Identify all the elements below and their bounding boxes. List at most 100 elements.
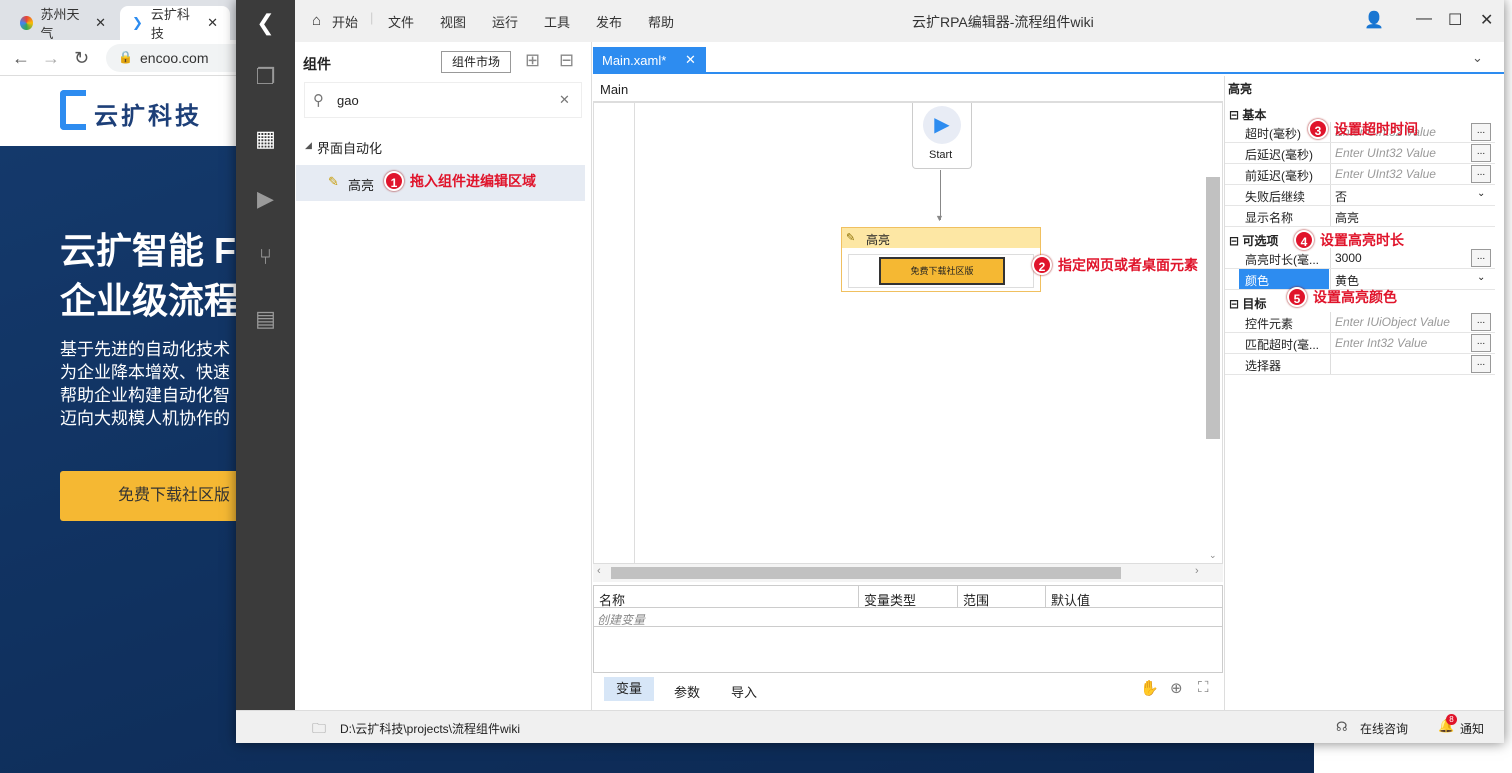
- display-name-input[interactable]: 高亮: [1330, 206, 1492, 226]
- hand-tool-icon[interactable]: ✋: [1140, 679, 1159, 697]
- version-control-icon[interactable]: ⑂: [253, 244, 278, 269]
- properties-title: 高亮: [1228, 82, 1253, 96]
- selector-input[interactable]: [1330, 354, 1475, 374]
- variables-panel: 名称 变量类型 范围 默认值 创建变量: [593, 585, 1223, 673]
- browser-tab-active[interactable]: ❯ 云扩科技 ✕: [120, 6, 230, 41]
- tab-imports[interactable]: 导入: [731, 682, 757, 701]
- collapse-icon[interactable]: ⊟: [1229, 108, 1242, 122]
- continue-on-error-select[interactable]: 否: [1330, 185, 1492, 205]
- prop-label: 高亮时长(毫...: [1245, 253, 1319, 267]
- menu-tools[interactable]: 工具: [544, 12, 570, 31]
- maximize-icon[interactable]: ☐: [1448, 10, 1462, 30]
- designer-canvas[interactable]: ▶ Start ▼ 高亮 ✎ 免费下载社区版 ⌄: [593, 102, 1223, 564]
- menu-file[interactable]: 文件: [388, 12, 414, 31]
- package-icon[interactable]: ▤: [253, 306, 278, 331]
- minimize-icon[interactable]: —: [1416, 10, 1432, 28]
- hero-title-1: 云扩智能 F: [60, 230, 236, 271]
- left-sidebar: ❮ ❐ ▦ ▶ ⑂ ▤: [236, 0, 295, 743]
- step-badge: 5: [1287, 287, 1307, 307]
- prop-label: 控件元素: [1245, 317, 1294, 331]
- chevron-down-icon[interactable]: ⌄: [1472, 50, 1483, 66]
- weather-favicon-icon: [20, 16, 33, 30]
- target-element-area[interactable]: 免费下载社区版: [848, 254, 1034, 288]
- prop-row-duration: 高亮时长(毫... 3000...: [1225, 248, 1495, 269]
- editor-window: ⌂ 开始 | 文件 视图 运行 工具 发布 帮助 云扩RPA编辑器-流程组件wi…: [236, 0, 1504, 743]
- hero-description: 基于先进的自动化技术 为企业降本增效、快速 帮助企业构建自动化智 迈向大规模人机…: [60, 338, 230, 430]
- section-optional[interactable]: ⊟ 可选项: [1225, 229, 1282, 249]
- component-search[interactable]: ⚲ gao ✕: [304, 82, 582, 118]
- chevron-down-icon[interactable]: ⌄: [1477, 272, 1485, 283]
- ellipsis-button[interactable]: ...: [1471, 249, 1491, 267]
- ellipsis-button[interactable]: ...: [1471, 144, 1491, 162]
- zoom-in-icon[interactable]: ⊕: [1170, 679, 1183, 697]
- online-consult-link[interactable]: 在线咨询: [1360, 720, 1408, 737]
- vertical-scrollbar[interactable]: [1206, 177, 1220, 439]
- menu-publish[interactable]: 发布: [596, 12, 622, 31]
- color-select[interactable]: 黄色: [1330, 269, 1492, 289]
- url-text: encoo.com: [140, 50, 209, 66]
- home-icon[interactable]: ⌂: [312, 12, 321, 29]
- encoo-favicon-icon: ❯: [132, 15, 143, 30]
- collapse-icon[interactable]: ⊟: [1229, 297, 1242, 311]
- menu-view[interactable]: 视图: [440, 12, 466, 31]
- scroll-left-icon[interactable]: ‹: [597, 565, 601, 577]
- debug-icon[interactable]: ▶: [253, 186, 278, 211]
- menu-start[interactable]: 开始: [332, 12, 358, 31]
- ellipsis-button[interactable]: ...: [1471, 313, 1491, 331]
- close-window-icon[interactable]: ✕: [1480, 10, 1493, 30]
- headset-icon[interactable]: ☊: [1336, 719, 1348, 735]
- tree-expand-icon[interactable]: ◢: [305, 140, 312, 151]
- properties-panel: 高亮 ⊟ 基本 超时(毫秒) Enter UInt32 Value... 后延迟(…: [1224, 76, 1495, 710]
- menu-help[interactable]: 帮助: [648, 12, 674, 31]
- delay-before-input[interactable]: Enter UInt32 Value: [1330, 164, 1475, 184]
- reload-icon[interactable]: ↻: [74, 48, 89, 69]
- files-icon[interactable]: ❐: [253, 64, 278, 89]
- scroll-down-icon[interactable]: ⌄: [1209, 550, 1217, 561]
- ellipsis-button[interactable]: ...: [1471, 165, 1491, 183]
- project-path: D:\云扩科技\projects\流程组件wiki: [340, 722, 521, 736]
- close-tab-icon[interactable]: ✕: [685, 52, 696, 68]
- notification-link[interactable]: 通知: [1460, 720, 1484, 737]
- category-ui-automation[interactable]: 界面自动化: [317, 138, 382, 157]
- duration-input[interactable]: 3000: [1330, 248, 1475, 268]
- create-variable-row[interactable]: 创建变量: [594, 608, 1222, 627]
- components-panel: 组件 组件市场 ⊞ ⊟ ⚲ gao ✕ ◢ 界面自动化 ✎ 高亮: [295, 42, 592, 710]
- fit-screen-icon[interactable]: ⛶: [1198, 679, 1209, 696]
- search-input[interactable]: gao: [337, 93, 359, 108]
- start-label: Start: [929, 149, 953, 161]
- ellipsis-button[interactable]: ...: [1471, 334, 1491, 352]
- highlight-activity[interactable]: 高亮 ✎ 免费下载社区版: [841, 227, 1041, 292]
- tab-arguments[interactable]: 参数: [674, 682, 700, 701]
- browser-tab[interactable]: 苏州天气 ✕: [8, 6, 118, 41]
- breadcrumb-main[interactable]: Main: [600, 82, 628, 97]
- start-node[interactable]: ▶ Start: [912, 103, 972, 169]
- tab-variables[interactable]: 变量: [604, 677, 654, 701]
- close-icon[interactable]: ✕: [95, 15, 106, 31]
- components-icon[interactable]: ▦: [253, 126, 278, 151]
- delay-after-input[interactable]: Enter UInt32 Value: [1330, 143, 1475, 163]
- menu-run[interactable]: 运行: [492, 12, 518, 31]
- app-logo-icon: ❮: [256, 10, 275, 35]
- close-icon[interactable]: ✕: [207, 15, 218, 31]
- target-element-preview[interactable]: 免费下载社区版: [879, 257, 1005, 285]
- component-market-button[interactable]: 组件市场: [441, 51, 511, 73]
- collapse-all-icon[interactable]: ⊟: [559, 50, 574, 71]
- horizontal-scroll-track: ‹ ›: [593, 564, 1223, 582]
- scroll-right-icon[interactable]: ›: [1195, 565, 1199, 577]
- section-basic[interactable]: ⊟ 基本: [1225, 103, 1270, 123]
- tab-main-xaml[interactable]: Main.xaml* ✕: [593, 47, 706, 74]
- ellipsis-button[interactable]: ...: [1471, 123, 1491, 141]
- forward-icon[interactable]: →: [42, 48, 60, 69]
- back-icon[interactable]: ←: [12, 48, 30, 69]
- chevron-down-icon[interactable]: ⌄: [1477, 188, 1485, 199]
- status-bar: 🗀 D:\云扩科技\projects\流程组件wiki ☊ 在线咨询 🔔 8 通…: [236, 710, 1504, 743]
- ellipsis-button[interactable]: ...: [1471, 355, 1491, 373]
- clear-search-icon[interactable]: ✕: [559, 92, 570, 108]
- horizontal-scrollbar[interactable]: [611, 567, 1121, 579]
- element-input[interactable]: Enter IUiObject Value: [1330, 312, 1475, 332]
- match-timeout-input[interactable]: Enter Int32 Value: [1330, 333, 1475, 353]
- section-target[interactable]: ⊟ 目标: [1225, 292, 1270, 312]
- expand-all-icon[interactable]: ⊞: [525, 50, 540, 71]
- user-icon[interactable]: 👤: [1364, 10, 1384, 30]
- collapse-icon[interactable]: ⊟: [1229, 234, 1242, 248]
